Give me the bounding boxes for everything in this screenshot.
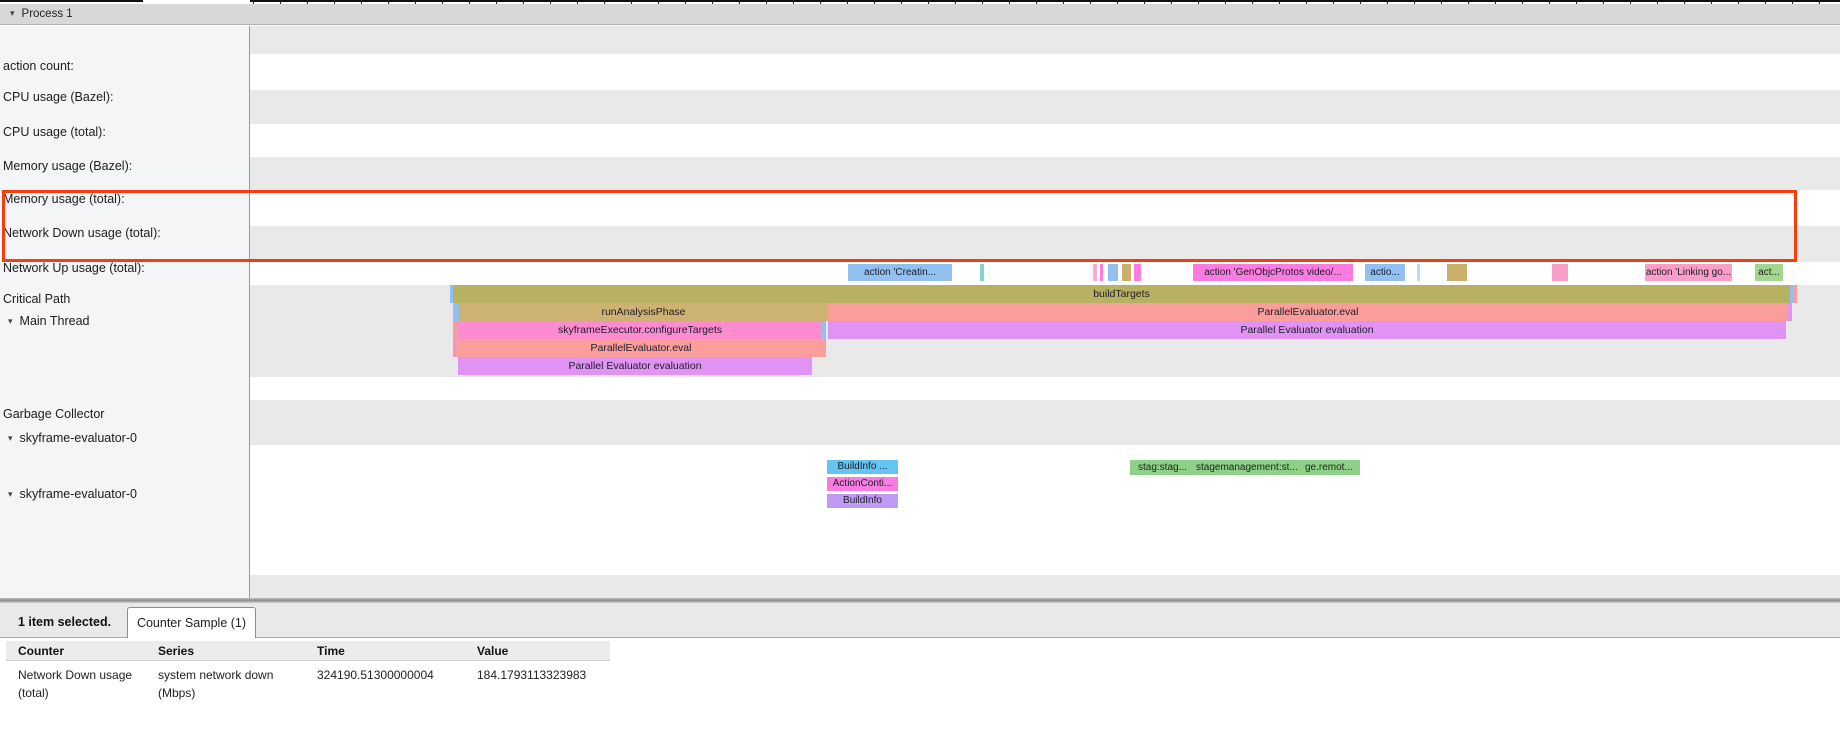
main-thread-slice-1[interactable]: buildTargets [453,285,1790,303]
table-header-value[interactable]: Value [477,644,508,658]
track-name-action_count: action count: [3,59,74,73]
track-band-gc[interactable] [250,377,1840,400]
track-band-critical_path[interactable] [250,262,1840,285]
track-band-mem_bazel[interactable] [250,124,1840,157]
track-name-main_thread: Main Thread [20,314,90,328]
table-cell-r0c3[interactable]: 184.1793113323983 [477,666,586,684]
critical-path-slice-2[interactable] [1093,264,1097,281]
track-label-main_thread[interactable]: ▾ Main Thread [8,314,89,328]
track-name-skyframe1: skyframe-evaluator-0 [20,431,137,445]
main-thread-slice-9[interactable]: skyframeExecutor.configureTargets [458,321,822,339]
critical-path-slice-1[interactable] [980,264,984,281]
trace-viewer-window: ▾ Process 1 action count: CPU usage (Bazel… [0,0,1840,742]
track-band-skyframe1[interactable] [250,400,1840,445]
track-label-skyframe2[interactable]: ▾ skyframe-evaluator-0 [8,487,137,501]
track-band-cpu_total[interactable] [250,90,1840,124]
track-band-action_count[interactable] [250,26,1840,54]
track-name-net_up: Network Up usage (total): [3,261,145,275]
ruler-line-left [0,0,143,2]
track-band-net_up[interactable] [250,226,1840,262]
main-thread-slice-6[interactable]: ParallelEvaluator.eval [828,303,1788,321]
critical-path-slice-0[interactable]: action 'Creatin... [848,264,952,281]
skyframe-slice-1[interactable]: ActionConti... [827,477,898,491]
critical-path-slice-10[interactable] [1447,264,1467,281]
time-ruler[interactable] [250,0,1840,2]
critical-path-slice-3[interactable] [1100,264,1103,281]
track-label-gc[interactable]: Garbage Collector [3,407,104,421]
main-thread-slice-13[interactable]: ParallelEvaluator.eval [456,339,826,357]
collapse-triangle-icon[interactable]: ▾ [8,489,13,500]
track-name-skyframe2: skyframe-evaluator-0 [20,487,137,501]
collapse-triangle-icon[interactable]: ▾ [8,316,13,327]
skyframe-slice-2[interactable]: BuildInfo [827,494,898,508]
track-name-critical_path: Critical Path [3,292,70,306]
track-sidebar: action count: CPU usage (Bazel): CPU usage… [0,26,250,598]
track-label-net_down[interactable]: Network Down usage (total): [3,226,161,240]
process-group-header[interactable]: ▾ Process 1 [0,4,1840,25]
selection-status: 1 item selected. [18,615,111,629]
table-header-time[interactable]: Time [317,644,345,658]
track-label-action_count[interactable]: action count: [3,59,74,73]
track-name-mem_total: Memory usage (total): [3,192,125,206]
track-band-cpu_heavy[interactable] [250,575,1840,598]
skyframe-green-label-0: stag:stag... [1138,462,1187,473]
track-name-gc: Garbage Collector [3,407,104,421]
main-thread-slice-5[interactable]: runAnalysisPhase [459,303,828,321]
critical-path-slice-12[interactable]: action 'Linking go... [1645,264,1732,281]
track-band-mem_total[interactable] [250,157,1840,190]
track-label-mem_bazel[interactable]: Memory usage (Bazel): [3,159,132,173]
critical-path-slice-8[interactable]: actio... [1365,264,1405,281]
skyframe-green-label-2: ge.remot... [1305,462,1353,473]
critical-path-slice-4[interactable] [1108,264,1118,281]
main-thread-slice-11[interactable]: Parallel Evaluator evaluation [828,321,1786,339]
skyframe-green-label-1: stagemanagement:st... [1196,462,1298,473]
table-cell-r0c2[interactable]: 324190.51300000004 [317,666,434,684]
track-label-critical_path[interactable]: Critical Path [3,292,70,306]
skyframe-slice-0[interactable]: BuildInfo ... [827,460,898,474]
table-header-counter[interactable]: Counter [18,644,64,658]
table-header-row: Counter Series Time Value [6,641,610,661]
table-header-series[interactable]: Series [158,644,194,658]
main-thread-slice-7[interactable] [1788,303,1792,321]
tab-counter-sample[interactable]: Counter Sample (1) [127,607,256,638]
main-thread-slice-10[interactable] [822,321,826,339]
counter-sample-table: Counter Series Time Value Network Down usag… [6,638,610,735]
track-label-mem_total[interactable]: Memory usage (total): [3,192,125,206]
table-cell-r0c0[interactable]: Network Down usage(total) [18,666,132,702]
collapse-triangle-icon[interactable]: ▾ [8,433,13,444]
details-panel-header [0,603,1840,638]
main-thread-slice-14[interactable]: Parallel Evaluator evaluation [458,357,812,375]
critical-path-slice-13[interactable]: act... [1755,264,1783,281]
process-title: Process 1 [22,8,73,20]
track-name-mem_bazel: Memory usage (Bazel): [3,159,132,173]
track-name-cpu_bazel: CPU usage (Bazel): [3,90,113,104]
main-thread-slice-3[interactable] [1793,285,1797,303]
track-name-cpu_total: CPU usage (total): [3,125,106,139]
track-name-net_down: Network Down usage (total): [3,226,161,240]
collapse-triangle-icon[interactable]: ▾ [10,8,15,19]
track-band-net_down[interactable] [250,190,1840,226]
track-label-cpu_total[interactable]: CPU usage (total): [3,125,106,139]
critical-path-slice-9[interactable] [1417,264,1420,281]
critical-path-slice-5[interactable] [1122,264,1131,281]
track-band-skyframe2[interactable] [250,445,1840,575]
track-label-skyframe1[interactable]: ▾ skyframe-evaluator-0 [8,431,137,445]
table-cell-r0c1[interactable]: system network down(Mbps) [158,666,273,702]
critical-path-slice-11[interactable] [1552,264,1568,281]
critical-path-slice-7[interactable]: action 'GenObjcProtos video/... [1193,264,1353,281]
track-band-cpu_bazel[interactable] [250,54,1840,90]
critical-path-slice-6[interactable] [1134,264,1141,281]
track-label-net_up[interactable]: Network Up usage (total): [3,261,145,275]
track-label-cpu_bazel[interactable]: CPU usage (Bazel): [3,90,113,104]
